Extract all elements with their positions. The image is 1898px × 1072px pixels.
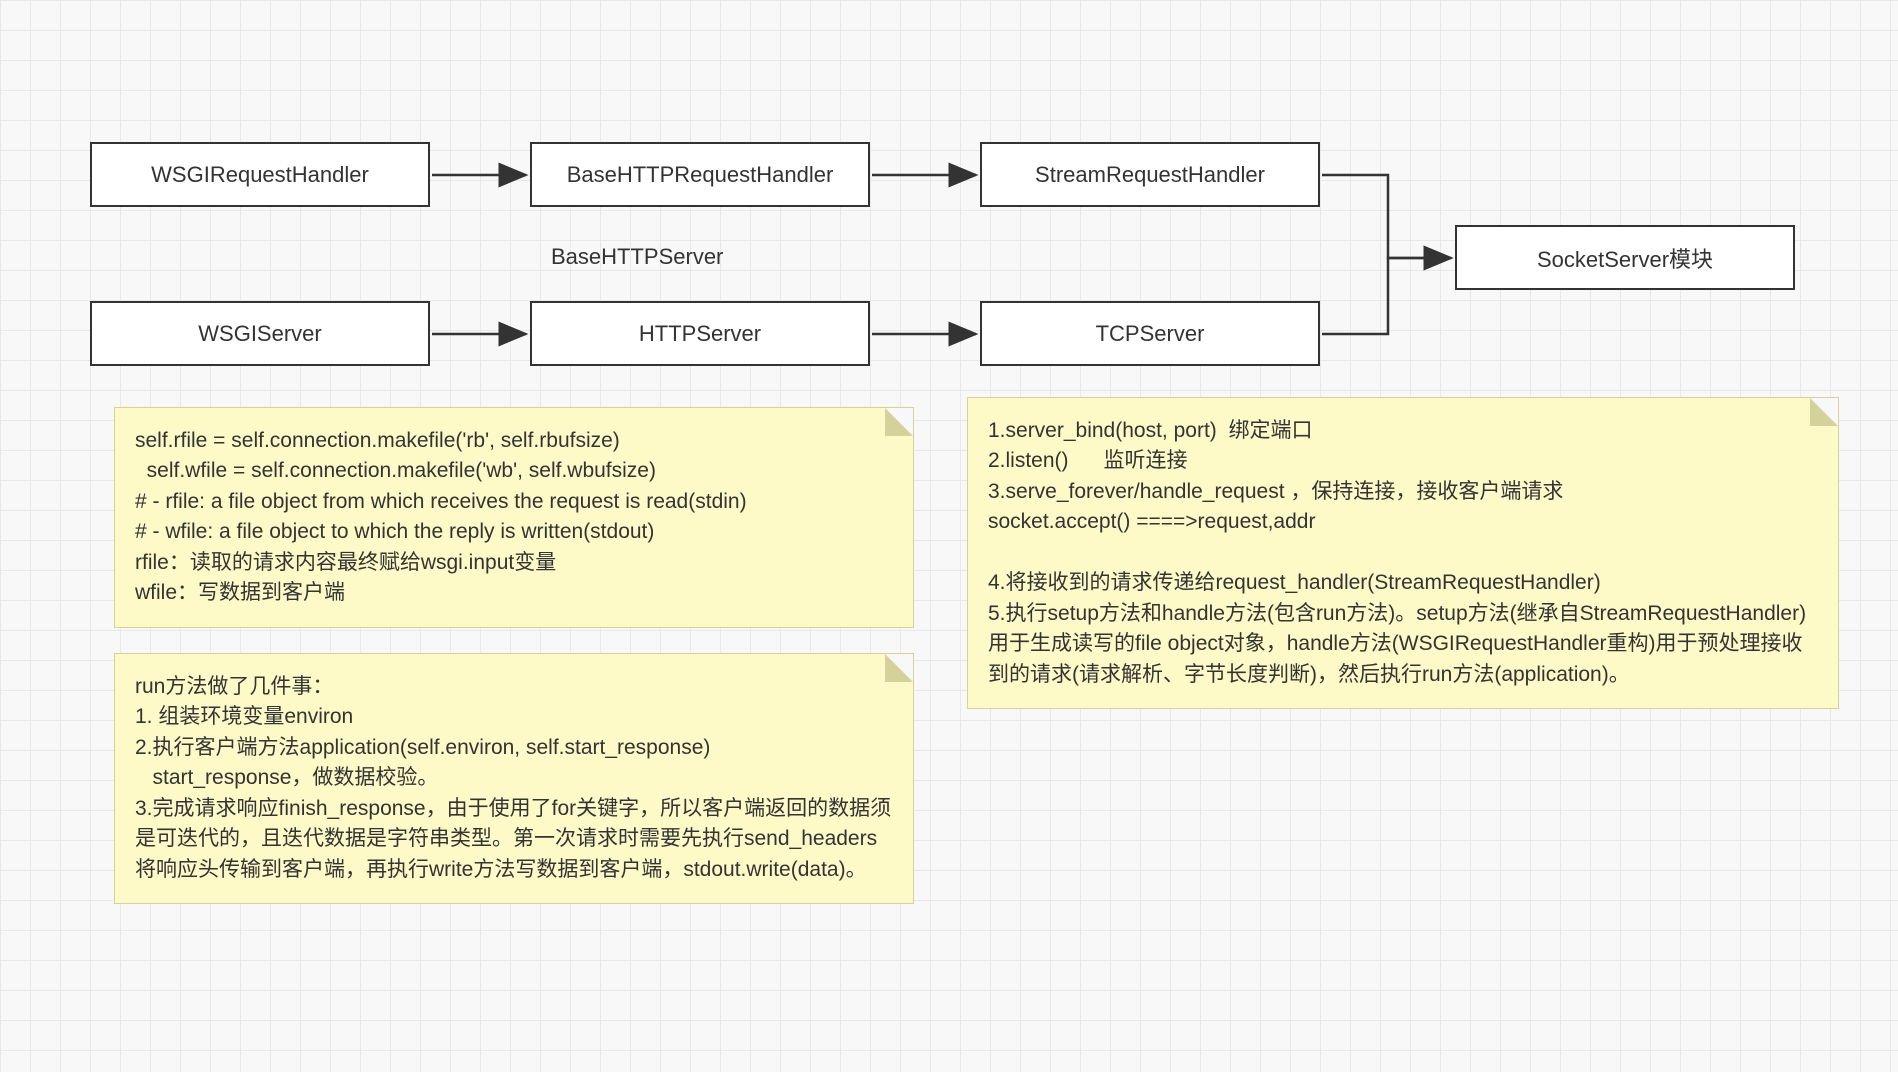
note-content: self.rfile = self.connection.makefile('r… bbox=[135, 426, 893, 609]
box-label: StreamRequestHandler bbox=[1035, 162, 1265, 188]
note-run-method: run方法做了几件事： 1. 组装环境变量environ 2.执行客户端方法ap… bbox=[114, 653, 914, 904]
box-label: WSGIServer bbox=[198, 321, 321, 347]
box-http-server: HTTPServer bbox=[530, 301, 870, 366]
box-tcp-server: TCPServer bbox=[980, 301, 1320, 366]
box-label: TCPServer bbox=[1096, 321, 1205, 347]
note-file-objects: self.rfile = self.connection.makefile('r… bbox=[114, 407, 914, 628]
note-content: run方法做了几件事： 1. 组装环境变量environ 2.执行客户端方法ap… bbox=[135, 672, 893, 885]
note-content: 1.server_bind(host, port) 绑定端口 2.listen(… bbox=[988, 416, 1818, 690]
box-label: HTTPServer bbox=[639, 321, 761, 347]
label-base-http-server: BaseHTTPServer bbox=[551, 244, 723, 270]
box-wsgi-request-handler: WSGIRequestHandler bbox=[90, 142, 430, 207]
box-base-http-request-handler: BaseHTTPRequestHandler bbox=[530, 142, 870, 207]
box-socket-server-module: SocketServer模块 bbox=[1455, 225, 1795, 290]
box-stream-request-handler: StreamRequestHandler bbox=[980, 142, 1320, 207]
note-server-flow: 1.server_bind(host, port) 绑定端口 2.listen(… bbox=[967, 397, 1839, 709]
box-label: BaseHTTPRequestHandler bbox=[567, 162, 834, 188]
box-label: WSGIRequestHandler bbox=[151, 162, 369, 188]
box-wsgi-server: WSGIServer bbox=[90, 301, 430, 366]
box-label: SocketServer模块 bbox=[1537, 242, 1713, 274]
